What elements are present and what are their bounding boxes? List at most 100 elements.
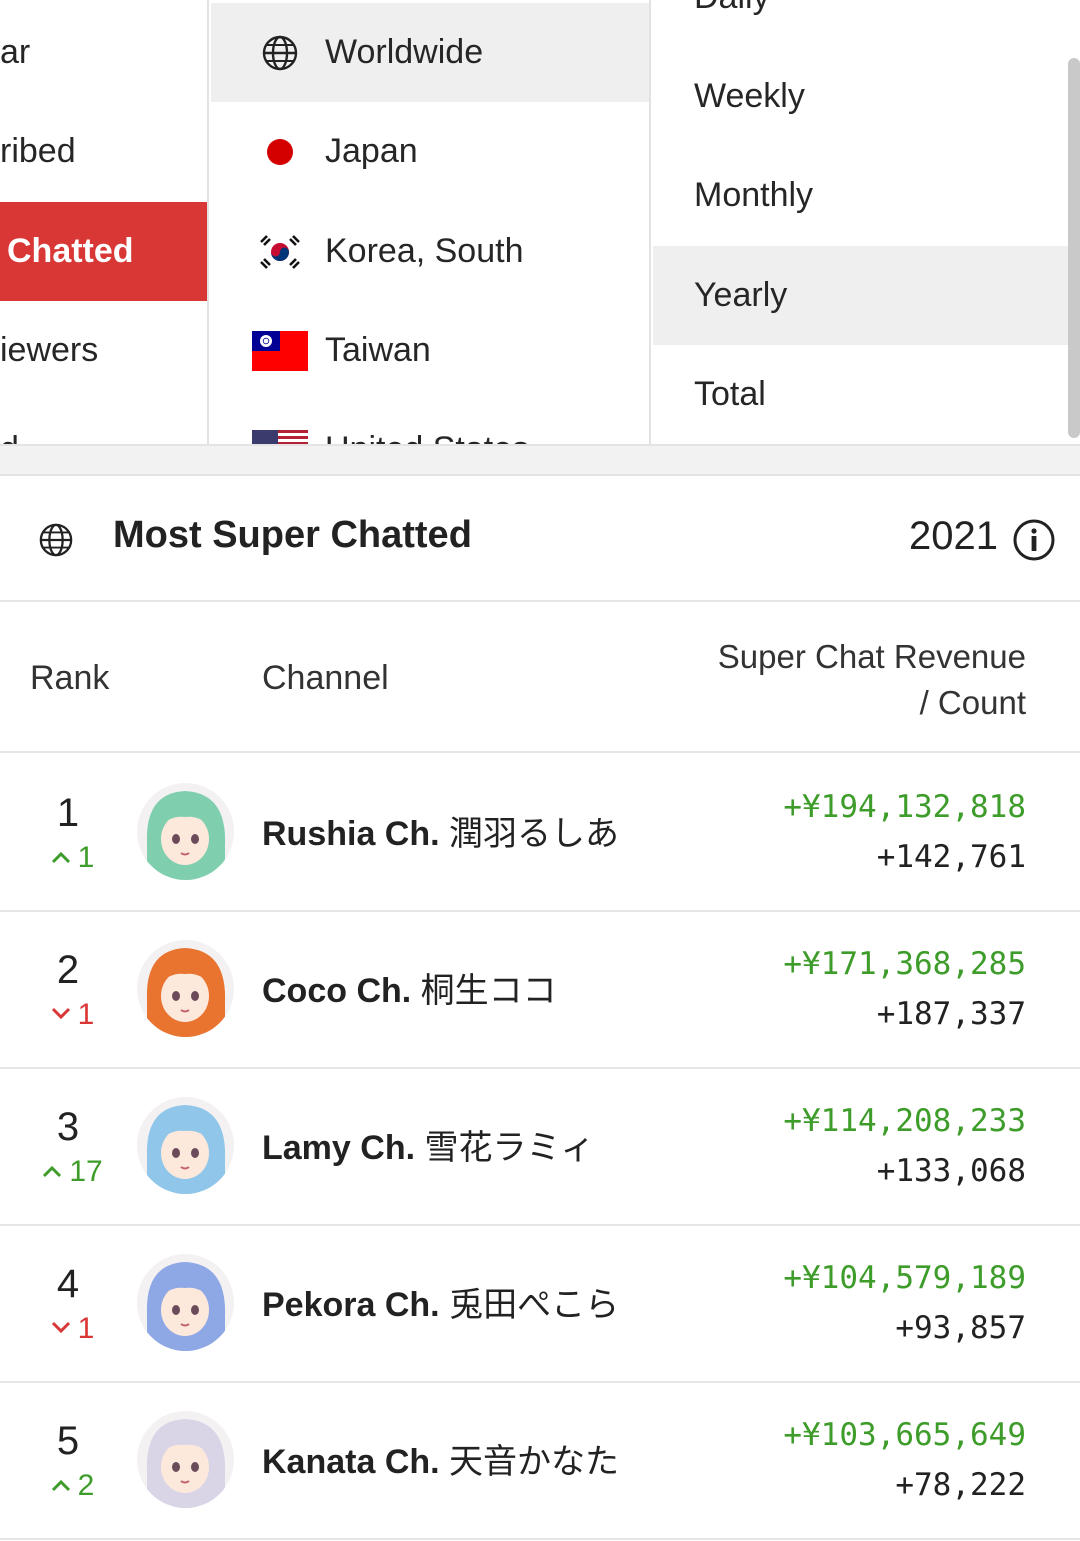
metric-item-label: iewers (0, 331, 99, 369)
table-row[interactable]: 1 1 Rushia Ch. 潤羽るしあ +¥194,132,818 +142,… (0, 755, 1080, 912)
period-column[interactable]: Daily Weekly Monthly Yearly Total (653, 0, 1080, 444)
period-item-daily[interactable]: Daily (653, 0, 1080, 47)
revenue-value: +¥103,665,649 (783, 1417, 1026, 1453)
region-item-united-states[interactable]: United States (211, 400, 649, 444)
region-item-label: Korea, South (325, 232, 524, 270)
region-item-korea[interactable]: Korea, South (211, 202, 649, 301)
channel-name-en: Pekora Ch. (262, 1286, 440, 1324)
period-item-yearly[interactable]: Yearly (653, 246, 1080, 345)
period-item-monthly[interactable]: Monthly (653, 146, 1080, 245)
revenue-header-line2: / Count (919, 684, 1026, 721)
metric-column[interactable]: ar ribed Chatted iewers d (0, 0, 209, 444)
region-item-label: United States (325, 430, 529, 444)
superchat-count: +93,857 (895, 1310, 1026, 1346)
info-icon[interactable] (1012, 518, 1056, 562)
metric-item-subscribed[interactable]: ribed (0, 102, 207, 201)
revenue-value: +¥104,579,189 (783, 1260, 1026, 1296)
channel-name-jp: 兎田ぺこら (449, 1286, 620, 1324)
metric-item-more[interactable]: d (0, 400, 207, 444)
globe-icon (252, 33, 308, 73)
metric-item-label: ar (0, 33, 31, 71)
rank-number: 2 (56, 948, 80, 992)
table-row[interactable]: 5 2 Kanata Ch. 天音かなた +¥103,665,649 +78,2… (0, 1383, 1080, 1540)
picker-scrollbar[interactable] (1068, 58, 1080, 438)
rank-change-value: 1 (77, 1312, 95, 1345)
channel-name-jp: 桐生ココ (420, 972, 557, 1010)
rank-number: 4 (56, 1262, 80, 1306)
channel-column-header: Channel (262, 659, 389, 697)
japan-flag-icon (252, 132, 308, 172)
channel-name-jp: 天音かなた (449, 1443, 620, 1481)
period-item-total[interactable]: Total (653, 345, 1080, 444)
metric-item-viewers[interactable]: iewers (0, 301, 207, 400)
ranking-list: 1 1 Rushia Ch. 潤羽るしあ +¥194,132,818 +142,… (0, 755, 1080, 1540)
channel-name-en: Kanata Ch. (262, 1443, 440, 1481)
metric-item-popular[interactable]: ar (0, 3, 207, 102)
avatar[interactable] (137, 1411, 234, 1508)
metric-item-label: d (0, 430, 19, 444)
chevron-down-icon (50, 998, 78, 1031)
chevron-up-icon (41, 1155, 69, 1188)
korea-flag-icon (252, 232, 308, 272)
channel-name-en: Lamy Ch. (262, 1129, 416, 1167)
superchat-count: +142,761 (876, 839, 1026, 875)
avatar[interactable] (137, 1254, 234, 1351)
section-divider (0, 446, 1080, 476)
avatar[interactable] (137, 940, 234, 1037)
channel-name[interactable]: Kanata Ch. 天音かなた (262, 1434, 619, 1483)
revenue-header-line1: Super Chat Revenue (717, 638, 1026, 675)
table-row[interactable]: 3 17 Lamy Ch. 雪花ラミィ +¥114,208,233 +133,0… (0, 1069, 1080, 1226)
revenue-value: +¥171,368,285 (783, 946, 1026, 982)
metric-item-super-chatted[interactable]: Chatted (0, 202, 207, 301)
avatar[interactable] (137, 783, 234, 880)
table-row[interactable]: 4 1 Pekora Ch. 兎田ぺこら +¥104,579,189 +93,8… (0, 1226, 1080, 1383)
rank-change: 17 (0, 1155, 144, 1189)
rank-change-value: 1 (77, 841, 95, 874)
rank-change-value: 1 (77, 998, 95, 1031)
period-item-label: Total (694, 375, 766, 413)
rank-change: 1 (0, 841, 144, 875)
table-header: Rank Channel Super Chat Revenue / Count (0, 604, 1080, 753)
region-column[interactable]: Worldwide Japan Korea, South Taiwan Unit… (211, 0, 651, 444)
rank-change-value: 2 (77, 1469, 95, 1502)
page-title: Most Super Chatted (113, 514, 472, 556)
channel-name[interactable]: Lamy Ch. 雪花ラミィ (262, 1120, 595, 1169)
rank-change-value: 17 (69, 1155, 103, 1188)
channel-name[interactable]: Coco Ch. 桐生ココ (262, 963, 557, 1012)
rank-change: 1 (0, 998, 144, 1032)
region-item-label: Worldwide (325, 33, 484, 71)
channel-name[interactable]: Pekora Ch. 兎田ぺこら (262, 1277, 619, 1326)
region-item-taiwan[interactable]: Taiwan (211, 301, 649, 400)
us-flag-icon (252, 429, 308, 444)
channel-name-jp: 潤羽るしあ (449, 815, 620, 853)
chevron-down-icon (50, 1312, 78, 1345)
rank-number: 1 (56, 791, 80, 835)
channel-name[interactable]: Rushia Ch. 潤羽るしあ (262, 806, 619, 855)
superchat-count: +133,068 (876, 1153, 1026, 1189)
globe-icon (38, 522, 74, 558)
region-item-japan[interactable]: Japan (211, 102, 649, 201)
chevron-up-icon (50, 1469, 78, 1502)
region-item-worldwide[interactable]: Worldwide (211, 3, 649, 102)
rank-number: 3 (56, 1105, 80, 1149)
superchat-count: +78,222 (895, 1467, 1026, 1503)
channel-name-jp: 雪花ラミィ (424, 1129, 595, 1167)
revenue-column-header: Super Chat Revenue / Count (718, 634, 1026, 726)
chevron-up-icon (50, 841, 78, 874)
channel-name-en: Coco Ch. (262, 972, 412, 1010)
revenue-value: +¥194,132,818 (783, 789, 1026, 825)
period-item-label: Daily (694, 0, 770, 17)
metric-item-label: Chatted (7, 232, 134, 270)
table-row[interactable]: 2 1 Coco Ch. 桐生ココ +¥171,368,285 +187,337 (0, 912, 1080, 1069)
metric-item-label: ribed (0, 132, 76, 170)
ranking-picker: ar ribed Chatted iewers d Worldwide Japa… (0, 0, 1080, 446)
channel-name-en: Rushia Ch. (262, 815, 440, 853)
period-item-weekly[interactable]: Weekly (653, 47, 1080, 146)
rank-change: 2 (0, 1469, 144, 1503)
rank-number: 5 (56, 1419, 80, 1463)
taiwan-flag-icon (252, 330, 308, 371)
avatar[interactable] (137, 1097, 234, 1194)
ranking-header: Most Super Chatted 2021 (0, 478, 1080, 602)
year-label: 2021 (909, 514, 998, 558)
revenue-value: +¥114,208,233 (783, 1103, 1026, 1139)
